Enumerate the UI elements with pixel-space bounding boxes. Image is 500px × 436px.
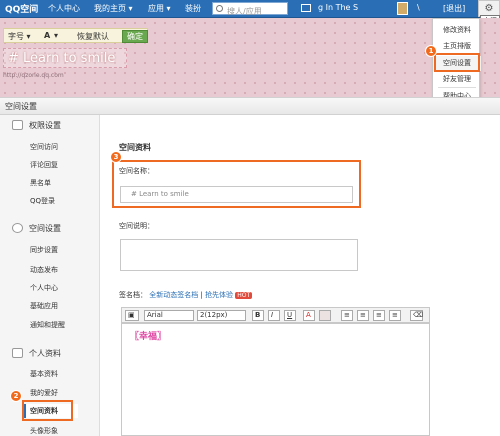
signature-label: 签名档： bbox=[119, 291, 147, 299]
nav-personal-center[interactable]: 个人中心 bbox=[48, 3, 80, 14]
sidebar-item-blacklist[interactable]: 黑名单 bbox=[30, 178, 51, 188]
signature-editor-toolbar: ▣ Arial 2(12px) B I U A ≡ ≡ ≡ ≡ ⌫ bbox=[121, 307, 430, 323]
email-icon[interactable] bbox=[301, 4, 311, 12]
search-placeholder: 搜人/应用 bbox=[227, 7, 262, 16]
nav-my-home[interactable]: 我的主页 ▾ bbox=[94, 3, 133, 14]
menu-edit-profile[interactable]: 修改资料 bbox=[433, 23, 481, 38]
section-header: 空间设置 bbox=[0, 97, 500, 115]
space-title-text[interactable]: # Learn to smile bbox=[3, 48, 127, 68]
underline-button[interactable]: U bbox=[284, 310, 296, 321]
settings-sidebar: 权限设置 空间访问 评论回复 黑名单 QQ登录 空间设置 同步设置 动态发布 个… bbox=[0, 115, 100, 436]
font-family-select[interactable]: Arial bbox=[144, 310, 194, 321]
align-center-icon[interactable]: ≡ bbox=[357, 310, 369, 321]
align-right-icon[interactable]: ≡ bbox=[373, 310, 385, 321]
justify-icon[interactable]: ≡ bbox=[389, 310, 401, 321]
space-description-label: 空间说明： bbox=[119, 222, 154, 230]
space-description-input[interactable] bbox=[120, 239, 358, 271]
sidebar-item-basic-apps[interactable]: 基础应用 bbox=[30, 301, 58, 311]
sidebar-group-space-settings[interactable]: 空间设置 bbox=[29, 223, 61, 234]
qzone-logo[interactable]: QQ空间 bbox=[5, 2, 38, 15]
title-edit-toolbar: 字号 ▾ A ▾ 恢复默认 确定 bbox=[3, 28, 148, 43]
nav-decoration[interactable]: 装扮 bbox=[185, 3, 201, 14]
sidebar-item-notifications[interactable]: 通知和提醒 bbox=[30, 320, 65, 330]
profile-icon bbox=[12, 348, 23, 358]
bold-button[interactable]: B bbox=[252, 310, 264, 321]
font-size-select[interactable]: 2(12px) bbox=[197, 310, 246, 321]
sidebar-item-post-feed[interactable]: 动态发布 bbox=[30, 265, 58, 275]
user-name[interactable]: g In The S bbox=[318, 3, 358, 12]
text-color-button[interactable]: A bbox=[303, 310, 315, 321]
sidebar-item-qq-login[interactable]: QQ登录 bbox=[30, 196, 55, 206]
sidebar-group-profile[interactable]: 个人资料 bbox=[29, 348, 61, 359]
dynamic-signature-link[interactable]: 全新动态签名档 bbox=[149, 291, 198, 299]
space-settings-highlight bbox=[434, 53, 480, 72]
space-name-highlight bbox=[112, 160, 361, 208]
sidebar-item-personal-center[interactable]: 个人中心 bbox=[30, 283, 58, 293]
signature-content[interactable]: 〖幸福〗 bbox=[130, 329, 166, 342]
font-color-chevron-icon[interactable]: ▾ bbox=[54, 31, 58, 40]
menu-friend-management[interactable]: 好友管理 bbox=[433, 72, 481, 87]
hot-badge: HOT bbox=[235, 292, 253, 299]
top-navigation-bar: QQ空间 个人中心 我的主页 ▾ 应用 ▾ 装扮 搜人/应用 g In The … bbox=[0, 0, 500, 18]
sidebar-item-basic-info[interactable]: 基本资料 bbox=[30, 369, 58, 379]
step-badge-3: 3 bbox=[110, 151, 122, 163]
header-banner: 字号 ▾ A ▾ 恢复默认 确定 # Learn to smile http:/… bbox=[0, 18, 500, 98]
italic-button[interactable]: I bbox=[268, 310, 280, 321]
search-icon bbox=[216, 5, 223, 12]
font-color-button[interactable]: A bbox=[44, 31, 50, 40]
menu-divider bbox=[438, 87, 476, 88]
sync-icon bbox=[12, 223, 23, 233]
sidebar-item-avatar-image[interactable]: 头像形象 bbox=[30, 426, 58, 436]
signature-row: 签名档： 全新动态签名档 | 抢先体验 HOT bbox=[119, 290, 253, 300]
step-badge-1: 1 bbox=[425, 45, 437, 57]
sidebar-active-highlight bbox=[22, 400, 73, 421]
preview-experience-link[interactable]: 抢先体验 bbox=[205, 291, 233, 299]
sidebar-item-comment-reply[interactable]: 评论回复 bbox=[30, 160, 58, 170]
sidebar-item-hobbies[interactable]: 我的爱好 bbox=[30, 388, 58, 398]
signature-editor-area[interactable]: 〖幸福〗 bbox=[121, 323, 430, 436]
nav-apps[interactable]: 应用 ▾ bbox=[148, 3, 171, 14]
sidebar-item-sync-settings[interactable]: 同步设置 bbox=[30, 245, 58, 255]
search-input[interactable]: 搜人/应用 bbox=[212, 2, 288, 16]
step-badge-2: 2 bbox=[10, 390, 22, 402]
confirm-button[interactable]: 确定 bbox=[122, 30, 148, 43]
restore-default-button[interactable]: 恢复默认 bbox=[77, 31, 109, 42]
menu-homepage-layout[interactable]: 主页排版 bbox=[433, 39, 481, 54]
logout-link[interactable]: [退出] bbox=[443, 3, 465, 14]
eraser-icon[interactable]: ⌫ bbox=[410, 310, 423, 321]
space-url: http://qzone.qq.com bbox=[3, 72, 64, 79]
sidebar-item-space-access[interactable]: 空间访问 bbox=[30, 142, 58, 152]
image-icon[interactable]: ▣ bbox=[125, 310, 139, 321]
user-avatar[interactable] bbox=[397, 2, 408, 15]
sidebar-group-permissions[interactable]: 权限设置 bbox=[29, 120, 61, 131]
page-title: 空间资料 bbox=[119, 143, 151, 152]
font-size-dropdown[interactable]: 字号 ▾ bbox=[8, 31, 31, 42]
align-left-icon[interactable]: ≡ bbox=[341, 310, 353, 321]
text-background-icon[interactable] bbox=[319, 310, 331, 321]
account-id: \ bbox=[417, 3, 420, 12]
lock-icon bbox=[12, 120, 23, 130]
